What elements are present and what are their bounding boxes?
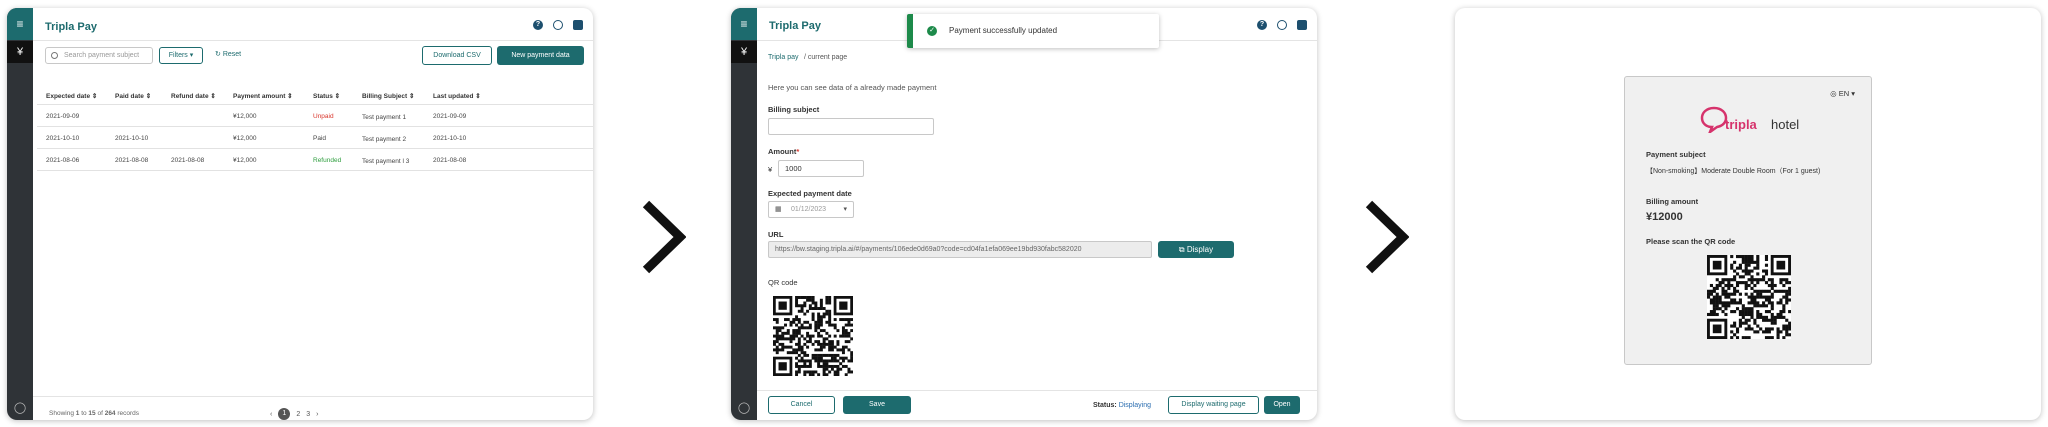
cell-updated: 2021-09-09 [433, 113, 467, 120]
user-icon[interactable] [1297, 20, 1307, 30]
cell-amount: ¥12,000 [233, 157, 257, 164]
help-icon[interactable]: ? [1257, 20, 1267, 30]
col-paid-date[interactable]: Paid date ⇕ [115, 92, 151, 100]
col-last-updated[interactable]: Last updated ⇕ [433, 92, 481, 100]
chat-icon[interactable]: ◯ [7, 401, 33, 414]
cell-expected: 2021-08-06 [46, 157, 80, 164]
menu-icon[interactable]: ≡ [7, 8, 33, 40]
payments-nav-icon[interactable]: ¥ [731, 41, 757, 63]
cell-status: Unpaid [313, 113, 334, 120]
col-billing-subject[interactable]: Billing Subject ⇕ [362, 92, 414, 100]
breadcrumb-current: / current page [804, 54, 848, 61]
cell-expected: 2021-09-09 [46, 113, 80, 120]
user-icon[interactable] [573, 20, 583, 30]
url-field[interactable]: https://bw.staging.tripla.ai/#/payments/… [768, 241, 1152, 258]
tripla-logo: tripla hotel [1699, 105, 1809, 135]
chevron-right-icon [642, 200, 686, 274]
prev-page-icon[interactable]: ‹ [270, 411, 272, 418]
external-link-icon: ⧉ [1178, 245, 1185, 254]
url-label: URL [768, 230, 784, 239]
billing-subject-input[interactable] [768, 118, 934, 135]
cell-updated: 2021-08-08 [433, 157, 467, 164]
expected-date-input[interactable]: 01/12/2023 ▦ ▾ [768, 201, 854, 218]
col-refund-date[interactable]: Refund date ⇕ [171, 92, 216, 100]
success-toast: ✓ Payment successfully updated [907, 14, 1159, 48]
cell-subject: Test payment l 3 [362, 158, 410, 165]
cancel-button[interactable]: Cancel [768, 396, 835, 414]
display-waiting-page-button[interactable]: Display waiting page [1168, 396, 1259, 414]
app-title: Tripla Pay [769, 20, 821, 32]
payment-subject-label: Payment subject [1646, 150, 1706, 159]
language-selector[interactable]: ◎ EN ▾ [1830, 89, 1855, 98]
payment-subject-value: 【Non-smoking】Moderate Double Room（For 1 … [1646, 168, 1821, 175]
expected-date-label: Expected payment date [768, 189, 852, 198]
qr-code-image [773, 296, 853, 376]
cell-paid: 2021-08-08 [115, 157, 149, 164]
globe-icon[interactable] [1277, 20, 1287, 30]
chevron-down-icon: ▾ [843, 206, 847, 213]
amount-label: Amount* [768, 147, 800, 156]
search-placeholder: Search payment subject [64, 52, 140, 59]
chat-icon[interactable]: ◯ [731, 401, 757, 414]
download-csv-button[interactable]: Download CSV [422, 46, 492, 65]
cell-refund: 2021-08-08 [171, 157, 205, 164]
filters-dropdown[interactable]: Filters ▾ [159, 47, 203, 64]
billing-amount-label: Billing amount [1646, 197, 1699, 206]
cell-status: Refunded [313, 157, 342, 164]
side-rail [7, 8, 33, 420]
toast-message: Payment successfully updated [949, 26, 1058, 35]
page-1[interactable]: 1 [278, 408, 291, 420]
cell-subject: Test payment 1 [362, 114, 407, 121]
qr-code-image [1707, 255, 1791, 339]
currency-symbol: ¥ [768, 165, 773, 174]
records-summary: Showing 1 to 15 of 264 records [49, 410, 140, 417]
billing-subject-label: Billing subject [768, 105, 820, 114]
cell-updated: 2021-10-10 [433, 135, 467, 142]
side-rail [731, 8, 757, 420]
amount-input[interactable]: 1000 [778, 160, 864, 177]
page-3[interactable]: 3 [306, 411, 310, 418]
billing-amount-value: ¥12000 [1646, 211, 1683, 223]
globe-icon[interactable] [553, 20, 563, 30]
help-icon[interactable]: ? [533, 20, 543, 30]
cell-status: Paid [313, 135, 327, 142]
new-payment-button[interactable]: New payment data [497, 46, 584, 65]
payment-detail-window: ≡ ¥ ◯ Tripla Pay ? Tripla pay / current … [731, 8, 1317, 420]
cell-amount: ¥12,000 [233, 135, 257, 142]
chevron-right-icon [1365, 200, 1409, 274]
page-2[interactable]: 2 [296, 411, 300, 418]
app-title: Tripla Pay [45, 21, 97, 33]
breadcrumb-link[interactable]: Tripla pay [768, 54, 798, 61]
payment-card: ◎ EN ▾ tripla hotel Payment subject 【Non… [1624, 76, 1872, 365]
globe-icon: ◎ [1830, 89, 1837, 98]
col-status[interactable]: Status ⇕ [313, 92, 340, 100]
status-label: Status: Displaying [1093, 402, 1151, 409]
open-button[interactable]: Open [1264, 396, 1300, 414]
display-button[interactable]: ⧉ Display [1158, 241, 1234, 258]
cell-amount: ¥12,000 [233, 113, 257, 120]
check-circle-icon: ✓ [927, 26, 937, 36]
cell-paid: 2021-10-10 [115, 135, 149, 142]
col-payment-amount[interactable]: Payment amount ⇕ [233, 92, 293, 100]
calendar-icon: ▦ [775, 206, 782, 213]
refresh-icon: ↻ [215, 51, 221, 58]
payments-nav-icon[interactable]: ¥ [7, 41, 33, 63]
reset-button[interactable]: ↻ Reset [215, 50, 241, 58]
payment-list-window: ≡ ¥ ◯ Tripla Pay ? Search payment subjec… [7, 8, 593, 420]
qr-code-label: QR code [768, 278, 798, 287]
intro-text: Here you can see data of a already made … [768, 83, 937, 92]
menu-icon[interactable]: ≡ [731, 8, 757, 40]
save-button[interactable]: Save [843, 396, 911, 414]
cell-expected: 2021-10-10 [46, 135, 80, 142]
scan-qr-label: Please scan the QR code [1646, 237, 1736, 246]
next-page-icon[interactable]: › [316, 411, 318, 418]
status-value: Displaying [1118, 402, 1151, 409]
col-expected-date[interactable]: Expected date ⇕ [46, 92, 97, 100]
search-icon [51, 52, 58, 59]
search-input[interactable]: Search payment subject [45, 47, 153, 64]
pagination: ‹ 1 2 3 › [270, 408, 319, 420]
cell-subject: Test payment 2 [362, 136, 407, 143]
